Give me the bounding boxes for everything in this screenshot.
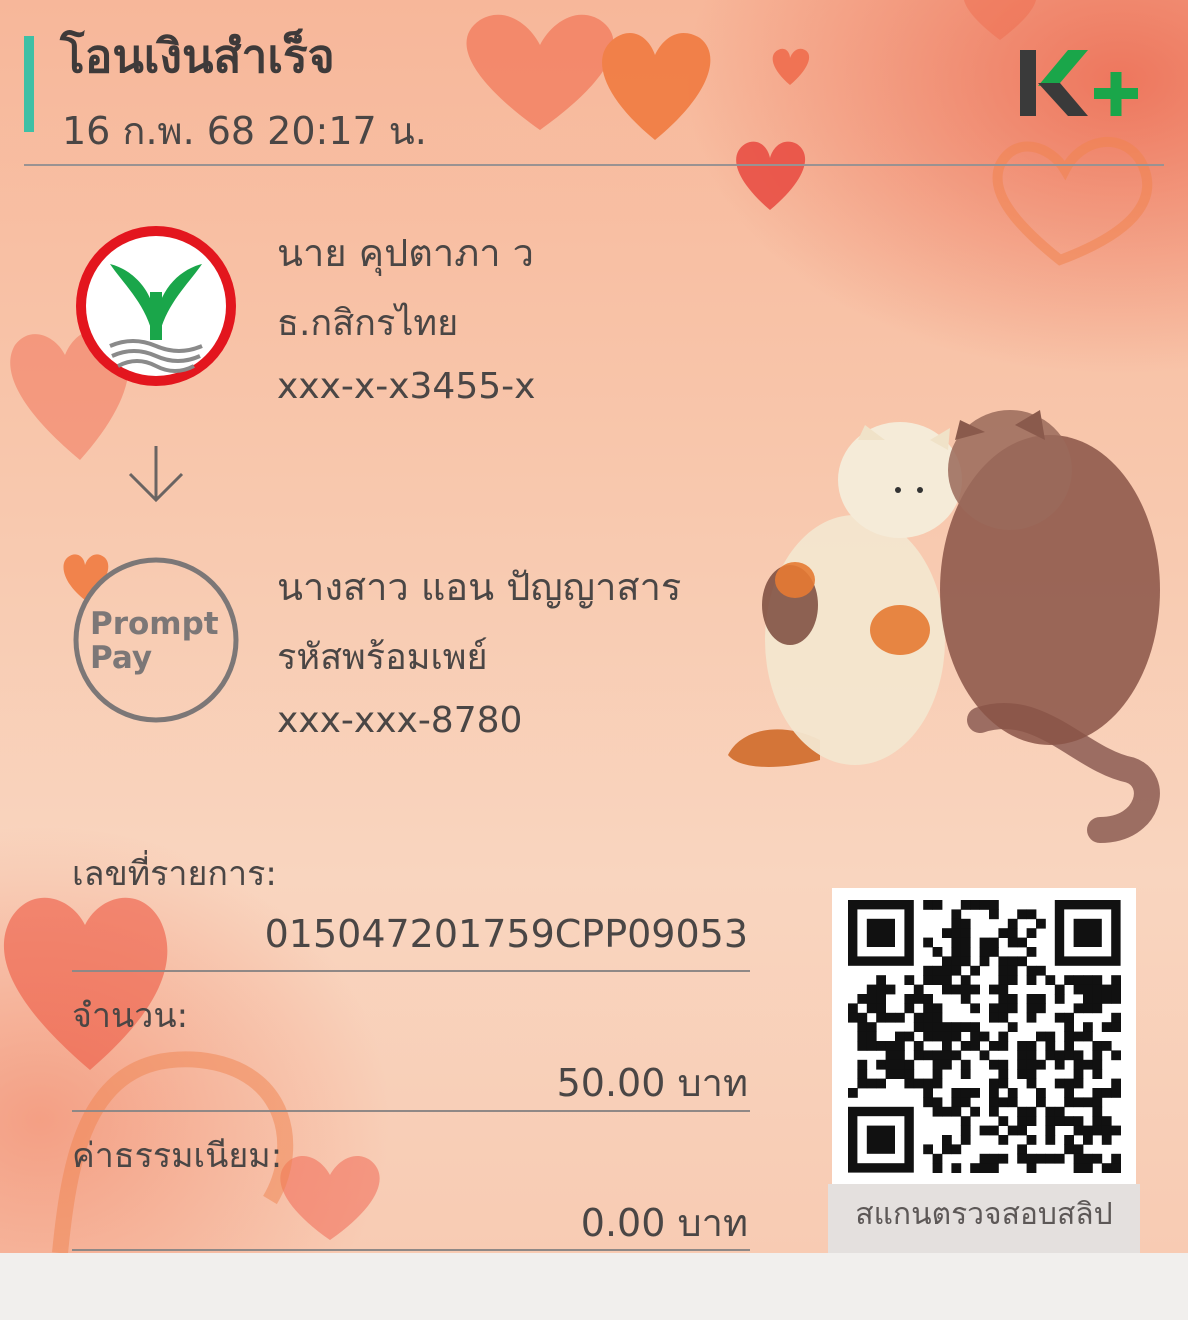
kasikorn-bank-logo-icon [72,222,240,390]
promptpay-logo-line2: Pay [90,640,152,676]
qr-caption: สแกนตรวจสอบสลิป [828,1184,1140,1253]
header-accent-bar [24,36,34,132]
reference-label: เลขที่รายการ: [72,854,277,894]
transaction-datetime: 16 ก.พ. 68 20:17 น. [62,109,427,153]
reference-divider [72,970,750,972]
header-divider [24,164,1164,166]
transfer-slip: โอนเงินสำเร็จ 16 ก.พ. 68 20:17 น. นาย คุ… [0,0,1188,1253]
qr-code[interactable] [832,888,1136,1184]
kplus-logo-icon [1016,46,1140,124]
receiver-channel: รหัสพร้อมเพย์ [277,637,488,678]
promptpay-logo-icon: Prompt Pay [72,556,240,724]
page-title: โอนเงินสำเร็จ [60,29,335,83]
fee-label: ค่าธรรมเนียม: [72,1136,283,1176]
arrow-down-icon [126,444,186,508]
amount-label: จำนวน: [72,996,189,1036]
reference-value: 015047201759CPP09053 [264,912,748,956]
fee-divider [72,1249,750,1251]
footer-area [0,1253,1188,1320]
sender-bank: ธ.กสิกรไทย [277,303,459,344]
receiver-name: นางสาว แอน ปัญญาสาร [277,565,682,609]
promptpay-logo-line1: Prompt [90,606,219,642]
verify-qr-panel[interactable]: สแกนตรวจสอบสลิป [828,884,1140,1253]
amount-divider [72,1110,750,1112]
sender-name: นาย คุปตาภา ว [277,231,535,275]
fee-value: 0.00 บาท [580,1201,748,1245]
amount-value: 50.00 บาท [556,1061,748,1105]
receiver-account: xxx-xxx-8780 [277,700,523,741]
sender-account: xxx-x-x3455-x [277,366,536,407]
